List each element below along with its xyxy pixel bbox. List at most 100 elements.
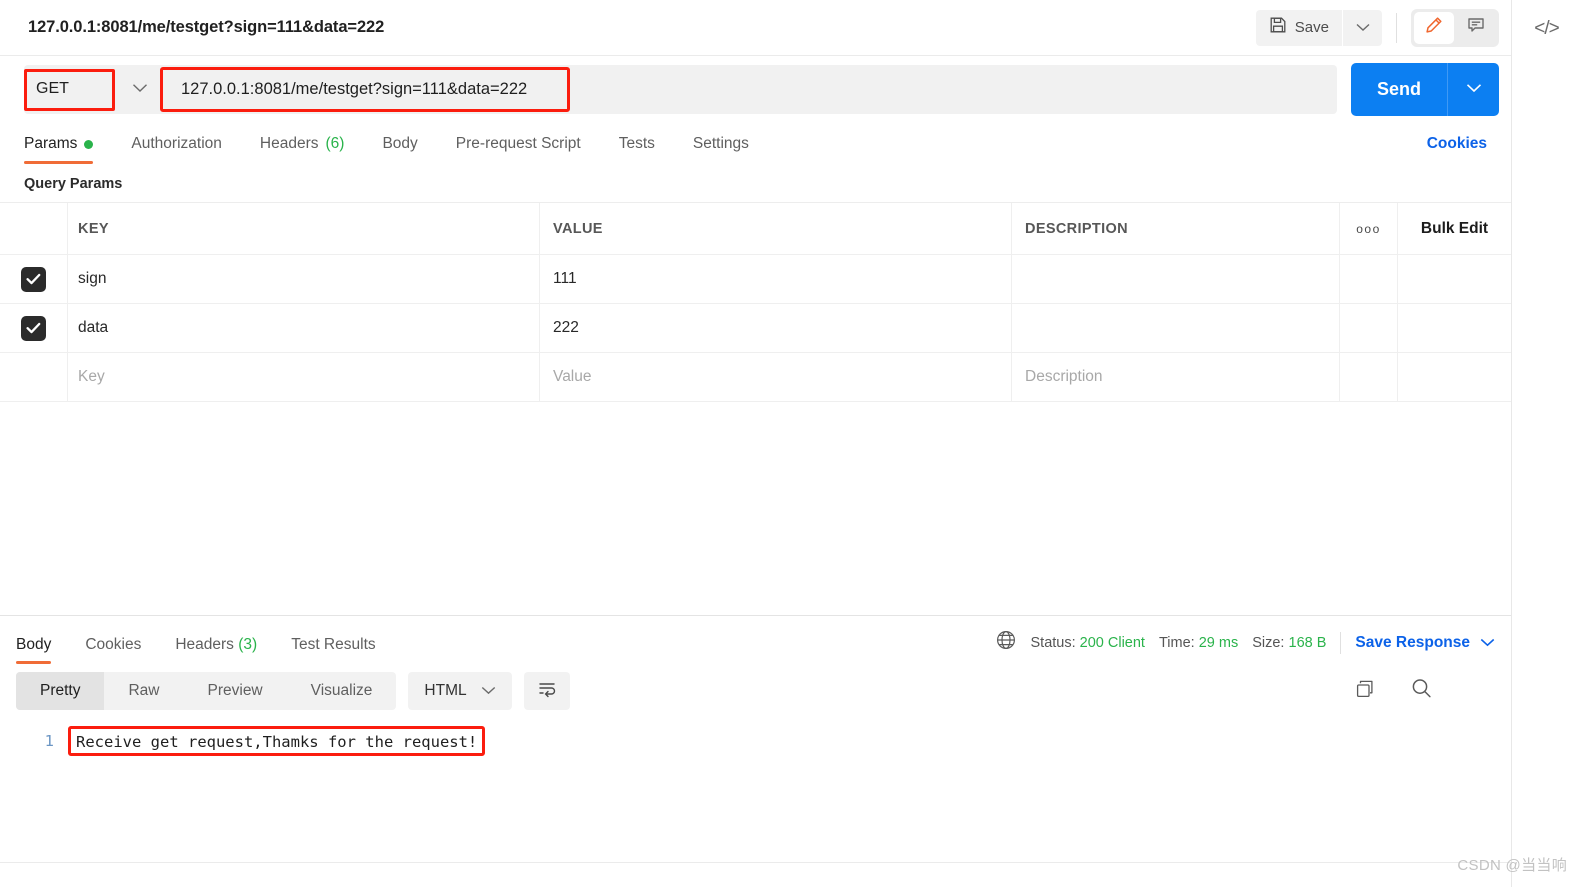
- pencil-icon: [1424, 15, 1444, 40]
- row-checkbox[interactable]: [21, 266, 46, 292]
- response-body-toolbar: Pretty Raw Preview Visualize HTML: [0, 664, 1511, 720]
- save-response-button[interactable]: Save Response: [1355, 634, 1495, 652]
- placeholder-spacer-bulk: [1398, 353, 1511, 401]
- send-button[interactable]: Send: [1351, 63, 1447, 116]
- time-label: Time:: [1158, 634, 1195, 651]
- method-dropdown-caret[interactable]: [117, 65, 163, 114]
- placeholder-checkbox-cell: [0, 353, 68, 401]
- send-dropdown-button[interactable]: [1447, 62, 1499, 116]
- request-empty-area: [0, 402, 1511, 616]
- view-visualize[interactable]: Visualize: [287, 672, 397, 710]
- url-value: 127.0.0.1:8081/me/testget?sign=111&data=…: [181, 79, 528, 98]
- table-row[interactable]: sign 111: [0, 255, 1511, 304]
- row-spacer-dots: [1340, 304, 1398, 352]
- method-selector[interactable]: GET: [24, 64, 163, 114]
- status-label: Status:: [1030, 634, 1076, 651]
- view-pretty[interactable]: Pretty: [16, 672, 105, 710]
- tab-settings[interactable]: Settings: [693, 135, 749, 164]
- code-text-wrapper: Receive get request,Thamks for the reque…: [68, 726, 486, 756]
- bulk-edit-button[interactable]: Bulk Edit: [1398, 203, 1511, 254]
- format-selector[interactable]: HTML: [408, 672, 512, 710]
- tab-authorization[interactable]: Authorization: [131, 135, 221, 164]
- row-key-cell[interactable]: sign: [68, 255, 540, 303]
- placeholder-spacer-dots: [1340, 353, 1398, 401]
- column-header-value: VALUE: [553, 220, 603, 237]
- column-header-key: KEY: [78, 220, 109, 237]
- response-tabs: Body Cookies Headers (3) Test Results St…: [0, 616, 1511, 664]
- wrap-lines-button[interactable]: [523, 672, 570, 710]
- tab-body[interactable]: Body: [382, 135, 417, 164]
- row-description-cell[interactable]: [1012, 255, 1340, 303]
- tab-pre-request-script[interactable]: Pre-request Script: [456, 135, 581, 164]
- code-snippet-icon[interactable]: </>: [1529, 12, 1565, 46]
- response-body-code: 1 Receive get request,Thamks for the req…: [0, 720, 1511, 840]
- response-tab-cookies[interactable]: Cookies: [85, 636, 141, 664]
- tab-tests-label: Tests: [618, 135, 655, 152]
- save-dropdown-button[interactable]: [1342, 9, 1382, 46]
- row-value-cell[interactable]: 222: [540, 304, 1012, 352]
- row-spacer-dots: [1340, 255, 1398, 303]
- tab-authorization-label: Authorization: [131, 135, 222, 152]
- page-title: 127.0.0.1:8081/me/testget?sign=111&data=…: [28, 18, 385, 36]
- row-description-cell[interactable]: [1012, 304, 1340, 352]
- code-line-text[interactable]: Receive get request,Thamks for the reque…: [72, 732, 481, 752]
- wrap-lines-icon: [537, 680, 557, 703]
- response-tab-test-results-label: Test Results: [291, 636, 376, 653]
- header-checkbox-cell: [0, 203, 68, 254]
- tab-headers-count: (6): [325, 135, 345, 152]
- time-value: 29 ms: [1198, 634, 1239, 651]
- url-input[interactable]: 127.0.0.1:8081/me/testget?sign=111&data=…: [160, 64, 1337, 114]
- placeholder-value-input[interactable]: Value: [540, 353, 1012, 401]
- placeholder-key-input[interactable]: Key: [68, 353, 540, 401]
- row-key-cell[interactable]: data: [68, 304, 540, 352]
- header-value-cell: VALUE: [540, 203, 1012, 254]
- method-label: GET: [36, 80, 69, 97]
- table-placeholder-row[interactable]: Key Value Description: [0, 353, 1511, 402]
- tab-tests[interactable]: Tests: [619, 135, 655, 164]
- table-options-button[interactable]: ooo: [1340, 203, 1398, 254]
- url-bar: GET 127.0.0.1:8081/me/testget?sign=111&d…: [0, 56, 1511, 122]
- header-description-cell: DESCRIPTION: [1012, 203, 1340, 254]
- tab-headers[interactable]: Headers (6): [260, 135, 345, 164]
- params-modified-dot-icon: [84, 139, 94, 149]
- divider: [1396, 12, 1397, 43]
- divider: [1340, 631, 1342, 654]
- size-label: Size:: [1252, 634, 1285, 651]
- response-meta: Status: 200 Client Time: 29 ms Size: 168…: [995, 629, 1496, 664]
- time-metric: Time: 29 ms: [1159, 635, 1238, 651]
- send-group: Send: [1350, 62, 1499, 116]
- copy-button[interactable]: [1354, 678, 1376, 705]
- save-button[interactable]: Save: [1256, 10, 1342, 46]
- size-value: 168 B: [1288, 634, 1327, 651]
- row-checkbox[interactable]: [21, 315, 46, 341]
- table-row[interactable]: data 222: [0, 304, 1511, 353]
- save-label: Save: [1294, 19, 1329, 36]
- search-button[interactable]: [1410, 677, 1433, 705]
- view-mode-group: [1411, 8, 1499, 47]
- edit-mode-button[interactable]: [1414, 11, 1454, 44]
- row-value-cell[interactable]: 111: [540, 255, 1012, 303]
- placeholder-description-input[interactable]: Description: [1012, 353, 1340, 401]
- row-key-value: sign: [78, 270, 107, 287]
- response-tab-test-results[interactable]: Test Results: [291, 636, 375, 664]
- placeholder-description-text: Description: [1025, 368, 1103, 385]
- row-value-value: 111: [553, 270, 577, 287]
- cookies-link[interactable]: Cookies: [1427, 135, 1487, 164]
- row-spacer-bulk: [1398, 255, 1511, 303]
- response-tab-body[interactable]: Body: [16, 636, 52, 664]
- response-tab-cookies-label: Cookies: [85, 636, 142, 653]
- chevron-down-icon: [481, 682, 496, 700]
- more-options-icon: ooo: [1356, 221, 1381, 236]
- method-box[interactable]: GET: [24, 65, 117, 114]
- tab-params[interactable]: Params: [24, 135, 94, 164]
- row-checkbox-cell: [0, 255, 68, 303]
- bottom-divider: [0, 862, 1511, 863]
- response-tab-headers[interactable]: Headers (3): [175, 636, 257, 664]
- size-metric: Size: 168 B: [1252, 635, 1326, 651]
- comment-button[interactable]: [1456, 12, 1496, 44]
- response-tab-body-label: Body: [16, 636, 52, 653]
- view-preview[interactable]: Preview: [184, 672, 287, 710]
- tab-headers-label: Headers: [259, 135, 319, 152]
- view-raw[interactable]: Raw: [104, 672, 183, 710]
- check-icon: [26, 273, 41, 285]
